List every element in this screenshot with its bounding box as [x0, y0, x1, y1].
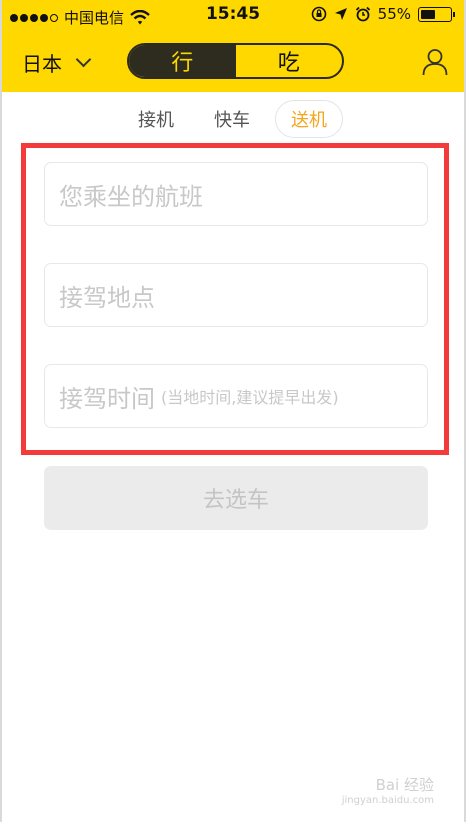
pickup-location-input[interactable]: 接驾地点: [44, 263, 428, 327]
tab-airport-dropoff[interactable]: 送机: [275, 100, 343, 138]
watermark-text: Bai 经验: [375, 776, 434, 794]
app-header: 日本 行 吃: [2, 36, 464, 88]
segment-travel[interactable]: 行: [129, 45, 236, 77]
battery-fill: [421, 9, 436, 19]
tab-airport-pickup[interactable]: 接机: [123, 100, 189, 138]
status-right: 55%: [311, 5, 455, 23]
location-placeholder: 接驾地点: [59, 283, 155, 312]
segment-eat[interactable]: 吃: [236, 45, 343, 77]
pickup-time-input[interactable]: 接驾时间 (当地时间,建议提早出发): [44, 364, 428, 428]
country-label: 日本: [22, 52, 62, 76]
alarm-icon: [355, 6, 370, 22]
flight-placeholder: 您乘坐的航班: [59, 182, 203, 211]
battery-icon: [418, 6, 455, 22]
time-placeholder: 接驾时间: [59, 384, 155, 413]
watermark: Bai 经验 jingyan.baidu.com: [342, 774, 434, 806]
watermark-url: jingyan.baidu.com: [341, 795, 434, 806]
choose-car-button[interactable]: 去选车: [44, 466, 428, 530]
status-bar: 中国电信 15:45 55%: [2, 0, 464, 32]
location-arrow-icon: [334, 8, 347, 20]
rotation-lock-icon: [311, 6, 326, 22]
time-hint: (当地时间,建议提早出发): [161, 388, 339, 407]
user-icon[interactable]: [422, 48, 448, 76]
mode-segmented-control: 行 吃: [127, 43, 344, 79]
app-screen: 中国电信 15:45 55% 日本 行 吃 接机 快车 送机 您乘坐的航班 接驾…: [0, 0, 466, 822]
tab-express-car[interactable]: 快车: [199, 100, 265, 138]
service-tabs: 接机 快车 送机: [2, 100, 464, 140]
battery-percent: 55%: [377, 5, 411, 23]
country-selector[interactable]: 日本: [22, 48, 92, 77]
chevron-down-icon: [75, 51, 92, 68]
top-bar: 中国电信 15:45 55% 日本 行 吃: [2, 0, 464, 92]
flight-input[interactable]: 您乘坐的航班: [44, 162, 428, 226]
